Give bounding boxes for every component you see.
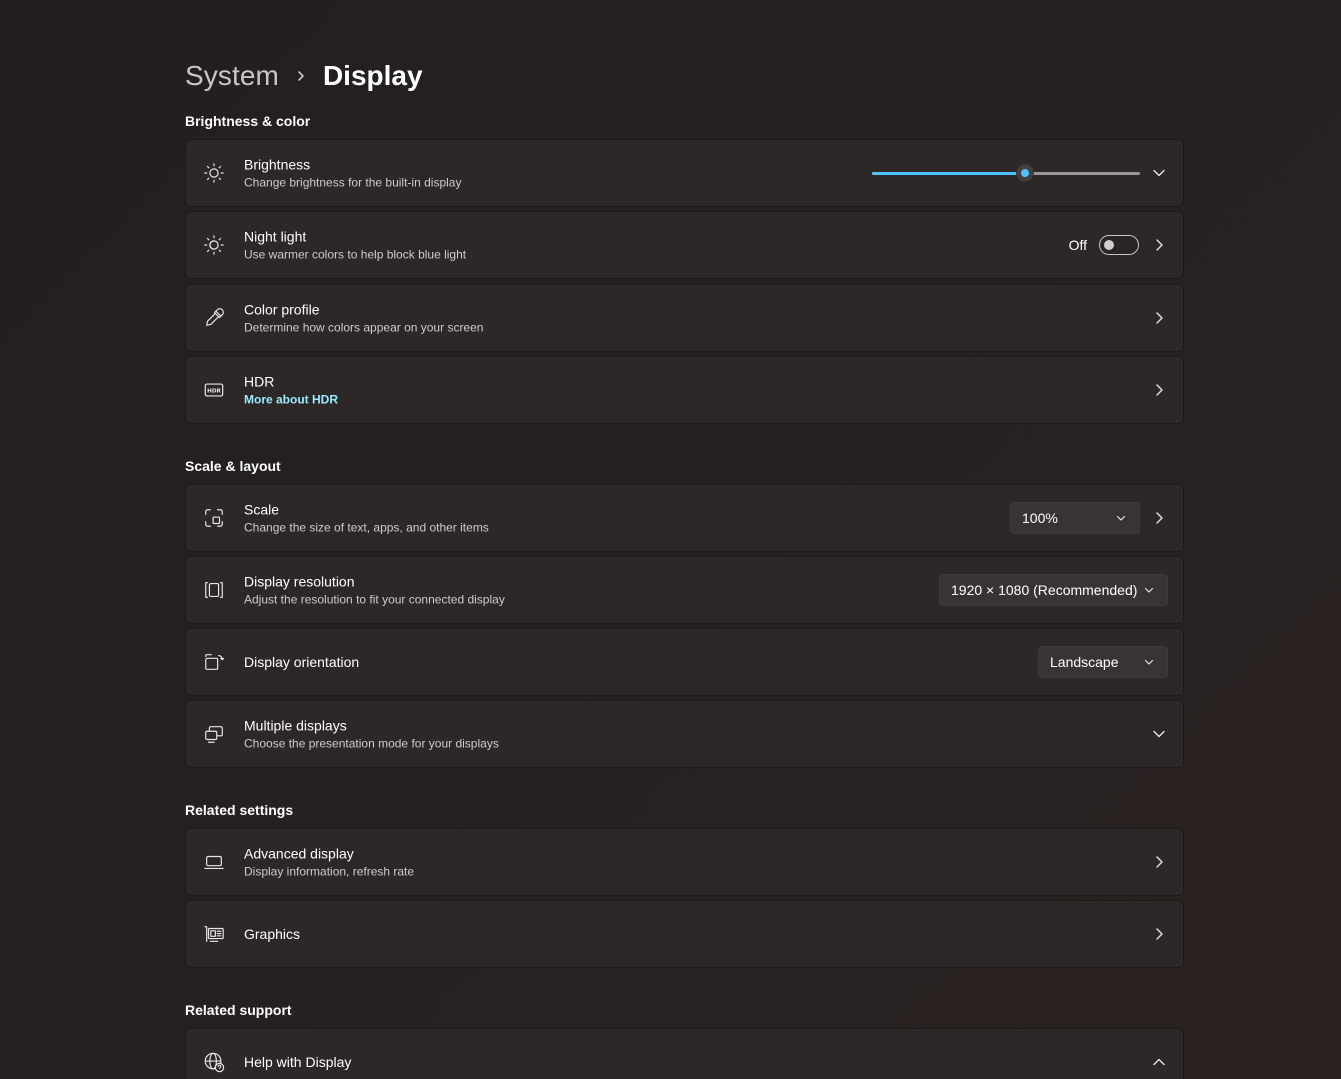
page-title: Display <box>322 60 423 91</box>
display-orientation-value: Landscape <box>1050 654 1119 670</box>
night-light-card[interactable]: Night light Use warmer colors to help bl… <box>185 211 1184 279</box>
laptop-icon <box>202 850 226 874</box>
scale-dropdown[interactable]: 100% <box>1010 502 1140 534</box>
chevron-right-icon[interactable] <box>1149 308 1169 328</box>
globe-help-icon <box>202 1050 226 1074</box>
brightness-title: Brightness <box>244 156 311 173</box>
graphics-card-icon <box>202 922 226 946</box>
brightness-slider[interactable] <box>872 163 1140 183</box>
hdr-text: HDR More about HDR <box>244 373 338 408</box>
chevron-down-icon[interactable] <box>1149 724 1169 744</box>
section-title-related-settings: Related settings <box>185 802 294 818</box>
breadcrumb: System Display <box>185 56 423 96</box>
scale-card[interactable]: Scale Change the size of text, apps, and… <box>185 484 1184 552</box>
chevron-down-icon <box>1143 584 1155 596</box>
advanced-display-title: Advanced display <box>244 845 354 862</box>
multiple-displays-icon <box>202 722 226 746</box>
night-light-toggle[interactable] <box>1099 235 1139 255</box>
hdr-icon: HDR <box>202 378 226 402</box>
graphics-title: Graphics <box>244 926 301 942</box>
advanced-display-card[interactable]: Advanced display Display information, re… <box>185 828 1184 896</box>
help-with-display-title: Help with Display <box>244 1054 352 1070</box>
color-profile-title: Color profile <box>244 301 320 318</box>
advanced-display-text: Advanced display Display information, re… <box>244 845 414 880</box>
display-resolution-card: Display resolution Adjust the resolution… <box>185 556 1184 624</box>
eyedropper-icon <box>202 306 226 330</box>
brightness-text: Brightness Change brightness for the bui… <box>244 156 461 191</box>
sun-icon <box>202 161 226 185</box>
multiple-displays-text: Multiple displays Choose the presentatio… <box>244 717 499 752</box>
section-title-related-support: Related support <box>185 1002 292 1018</box>
display-orientation-card: Display orientation Landscape <box>185 628 1184 696</box>
advanced-display-subtitle: Display information, refresh rate <box>244 864 415 879</box>
multiple-displays-subtitle: Choose the presentation mode for your di… <box>244 736 499 751</box>
chevron-down-icon[interactable] <box>1149 163 1169 183</box>
chevron-right-icon[interactable] <box>1149 508 1169 528</box>
display-resolution-title: Display resolution <box>244 573 355 590</box>
hdr-card[interactable]: HDR HDR More about HDR <box>185 356 1184 424</box>
help-with-display-card[interactable]: Help with Display <box>185 1028 1184 1079</box>
breadcrumb-chevron-icon <box>279 70 323 82</box>
toggle-switch[interactable] <box>1099 235 1139 255</box>
slider-thumb[interactable] <box>1015 164 1034 182</box>
multiple-displays-title: Multiple displays <box>244 717 347 734</box>
color-profile-text: Color profile Determine how colors appea… <box>244 301 483 336</box>
display-resolution-text: Display resolution Adjust the resolution… <box>244 573 505 608</box>
scale-title: Scale <box>244 501 280 518</box>
display-resolution-value: 1920 × 1080 (Recommended) <box>951 582 1138 598</box>
chevron-up-icon[interactable] <box>1149 1052 1169 1072</box>
section-title-scale-layout: Scale & layout <box>185 458 281 474</box>
scale-icon <box>202 506 226 530</box>
scale-text: Scale Change the size of text, apps, and… <box>244 501 489 536</box>
brightness-card: Brightness Change brightness for the bui… <box>185 139 1184 207</box>
resolution-icon <box>202 578 226 602</box>
night-light-text: Night light Use warmer colors to help bl… <box>244 228 466 263</box>
breadcrumb-system[interactable]: System <box>185 60 279 92</box>
chevron-right-icon[interactable] <box>1149 235 1169 255</box>
graphics-text: Graphics <box>244 925 300 943</box>
display-orientation-dropdown[interactable]: Landscape <box>1038 646 1168 678</box>
night-light-title: Night light <box>244 228 307 245</box>
night-light-subtitle: Use warmer colors to help block blue lig… <box>244 247 467 262</box>
hdr-title: HDR <box>244 373 275 390</box>
display-orientation-text: Display orientation <box>244 653 359 671</box>
display-resolution-dropdown[interactable]: 1920 × 1080 (Recommended) <box>939 574 1168 606</box>
graphics-card[interactable]: Graphics <box>185 900 1184 968</box>
chevron-down-icon <box>1143 656 1155 668</box>
color-profile-card[interactable]: Color profile Determine how colors appea… <box>185 284 1184 352</box>
display-orientation-title: Display orientation <box>244 654 360 670</box>
multiple-displays-card[interactable]: Multiple displays Choose the presentatio… <box>185 700 1184 768</box>
orientation-icon <box>202 650 226 674</box>
scale-subtitle: Change the size of text, apps, and other… <box>244 520 489 535</box>
more-about-hdr-link[interactable]: More about HDR <box>244 392 338 408</box>
chevron-right-icon[interactable] <box>1149 924 1169 944</box>
chevron-right-icon[interactable] <box>1149 380 1169 400</box>
chevron-right-icon[interactable] <box>1149 852 1169 872</box>
chevron-down-icon <box>1115 512 1127 524</box>
section-title-brightness-color: Brightness & color <box>185 113 311 129</box>
display-resolution-subtitle: Adjust the resolution to fit your connec… <box>244 592 505 607</box>
night-light-icon <box>202 233 226 257</box>
svg-text:HDR: HDR <box>207 388 221 394</box>
night-light-state-label: Off <box>1068 237 1087 253</box>
help-with-display-text: Help with Display <box>244 1053 351 1071</box>
scale-dropdown-value: 100% <box>1022 510 1058 526</box>
brightness-subtitle: Change brightness for the built-in displ… <box>244 175 462 190</box>
color-profile-subtitle: Determine how colors appear on your scre… <box>244 320 484 335</box>
slider-fill <box>872 172 1025 175</box>
